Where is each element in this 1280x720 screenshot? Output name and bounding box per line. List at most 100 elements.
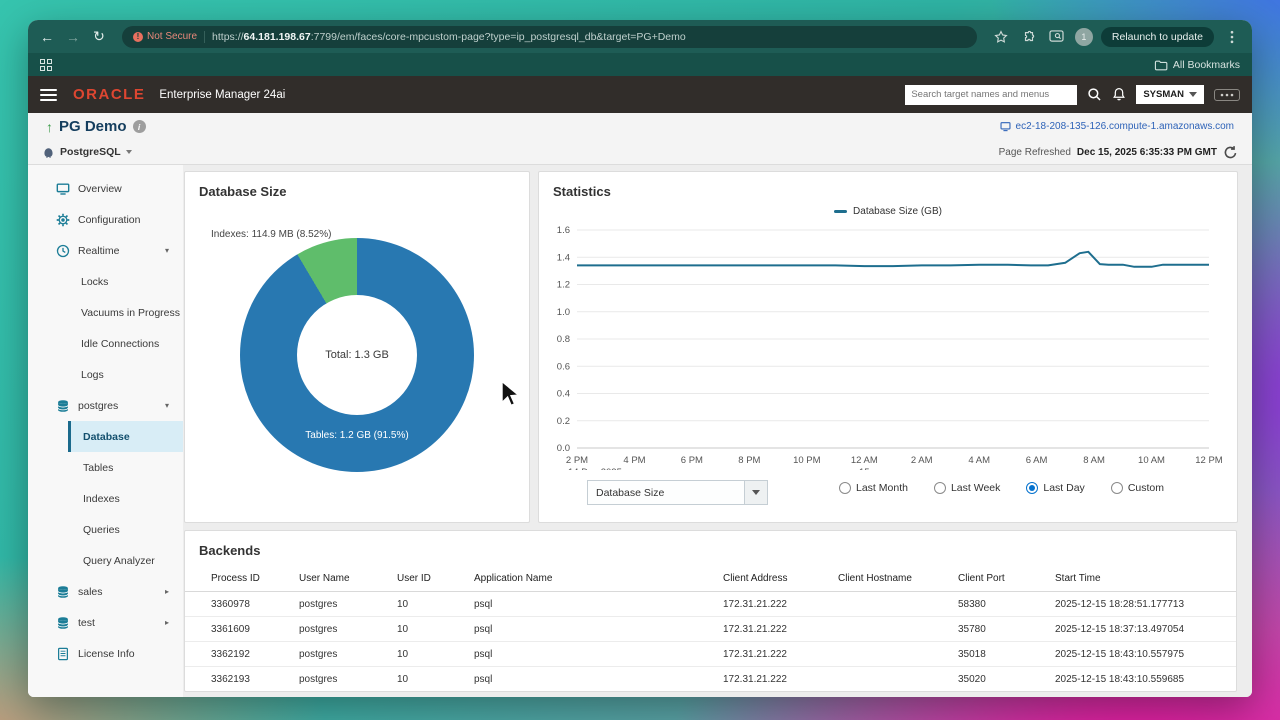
radio-last-month[interactable]: Last Month [839, 482, 908, 494]
column-header: Application Name [474, 573, 723, 584]
radio-button-icon[interactable] [1111, 482, 1123, 494]
address-bar[interactable]: ! Not Secure https://64.181.198.67:7799/… [122, 26, 977, 48]
table-cell: psql [474, 649, 723, 660]
back-icon[interactable]: ← [38, 29, 56, 45]
more-tools-icon[interactable] [1214, 89, 1240, 101]
column-header: User Name [299, 573, 397, 584]
not-secure-badge[interactable]: ! Not Secure [133, 31, 197, 42]
sidebar-item-label: Tables [83, 462, 113, 474]
search-input[interactable] [905, 85, 1077, 105]
monitor-icon [56, 182, 70, 196]
donut-center-label: Total: 1.3 GB [297, 295, 417, 415]
svg-text:12 PM: 12 PM [1195, 455, 1223, 466]
sidebar-item-indexes[interactable]: Indexes [68, 483, 183, 514]
table-cell: 10 [397, 649, 474, 660]
radio-label: Last Week [951, 482, 1000, 494]
table-cell: 3360978 [211, 599, 299, 610]
table-cell: 172.31.21.222 [723, 599, 838, 610]
svg-text:0.2: 0.2 [557, 416, 570, 427]
column-header: Client Port [958, 573, 1055, 584]
chevron-down-icon[interactable]: ▾ [165, 246, 169, 255]
database-size-title: Database Size [185, 172, 529, 199]
sidebar-item-database[interactable]: Database [68, 421, 183, 452]
table-cell: 2025-12-15 18:43:10.559685 [1055, 674, 1236, 685]
svg-text:4 PM: 4 PM [623, 455, 645, 466]
chart-legend: Database Size (GB) [539, 206, 1237, 217]
table-cell: 10 [397, 674, 474, 685]
svg-text:10 PM: 10 PM [793, 455, 821, 466]
svg-text:12 AM: 12 AM [851, 455, 878, 466]
table-row[interactable]: 3361609postgres10psql172.31.21.222357802… [185, 617, 1236, 642]
notifications-bell-icon[interactable] [1112, 87, 1126, 102]
chevron-right-icon[interactable]: ▸ [165, 587, 169, 596]
sidebar-item-logs[interactable]: Logs [28, 359, 183, 390]
sidebar-item-idle-connections[interactable]: Idle Connections [28, 328, 183, 359]
table-row[interactable]: 3360978postgres10psql172.31.21.222583802… [185, 592, 1236, 617]
column-header: Client Hostname [838, 573, 958, 584]
info-icon[interactable]: i [133, 120, 146, 133]
sidebar-item-configuration[interactable]: Configuration [28, 204, 183, 235]
gear-icon [56, 213, 70, 227]
table-row[interactable]: 3362192postgres10psql172.31.21.222350182… [185, 642, 1236, 667]
postgresql-menu[interactable]: PostgreSQL [42, 146, 132, 159]
chevron-right-icon[interactable]: ▸ [165, 618, 169, 627]
sidebar-item-overview[interactable]: Overview [28, 173, 183, 204]
sidebar-item-label: Configuration [78, 214, 140, 226]
radio-custom[interactable]: Custom [1111, 482, 1164, 494]
radio-last-day[interactable]: Last Day [1026, 482, 1084, 494]
sidebar-item-license-info[interactable]: License Info [28, 638, 183, 669]
svg-text:0.6: 0.6 [557, 361, 570, 372]
sidebar-item-label: test [78, 617, 95, 629]
host-link[interactable]: ec2-18-208-135-126.compute-1.amazonaws.c… [1016, 121, 1234, 132]
menu-kebab-icon[interactable] [1222, 27, 1242, 47]
sidebar-item-sales[interactable]: sales▸ [28, 576, 183, 607]
svg-text:0.0: 0.0 [557, 443, 570, 454]
sidebar-item-postgres[interactable]: postgres▾ [28, 390, 183, 421]
select-chevron-button[interactable] [744, 481, 767, 504]
sidebar-item-vacuums-in-progress[interactable]: Vacuums in Progress [28, 297, 183, 328]
radio-button-icon[interactable] [934, 482, 946, 494]
sidebar-item-queries[interactable]: Queries [68, 514, 183, 545]
user-menu[interactable]: SYSMAN [1136, 85, 1204, 104]
tab-search-icon[interactable] [1047, 27, 1067, 47]
clock-icon [56, 244, 70, 258]
svg-text:14 Dec 2025: 14 Dec 2025 [568, 467, 622, 470]
all-bookmarks-button[interactable]: All Bookmarks [1154, 59, 1240, 71]
refreshed-timestamp: Dec 15, 2025 6:35:33 PM GMT [1077, 147, 1217, 158]
sidebar-item-realtime[interactable]: Realtime▾ [28, 235, 183, 266]
statistics-title: Statistics [539, 172, 1237, 199]
bookmark-star-icon[interactable] [991, 27, 1011, 47]
sidebar-item-query-analyzer[interactable]: Query Analyzer [68, 545, 183, 576]
refreshed-label: Page Refreshed [999, 147, 1071, 158]
forward-icon[interactable]: → [64, 29, 82, 45]
sidebar-item-label: License Info [78, 648, 135, 660]
table-cell: postgres [299, 599, 397, 610]
svg-text:0.4: 0.4 [557, 389, 570, 400]
reload-icon[interactable]: ↻ [90, 28, 108, 45]
svg-text:1.2: 1.2 [557, 280, 570, 291]
radio-button-icon[interactable] [1026, 482, 1038, 494]
radio-button-icon[interactable] [839, 482, 851, 494]
extensions-icon[interactable] [1019, 27, 1039, 47]
search-icon[interactable] [1087, 87, 1102, 102]
sidebar-item-test[interactable]: test ▸ [28, 607, 183, 638]
table-cell: 172.31.21.222 [723, 624, 838, 635]
refresh-icon[interactable] [1223, 145, 1238, 160]
postgresql-menu-label: PostgreSQL [60, 146, 121, 158]
metric-select[interactable]: Database Size [587, 480, 768, 505]
url-text: https://64.181.198.67:7799/em/faces/core… [212, 31, 686, 43]
hamburger-menu-icon[interactable] [40, 89, 57, 101]
radio-last-week[interactable]: Last Week [934, 482, 1000, 494]
backends-table-header: Process IDUser NameUser IDApplication Na… [185, 566, 1236, 592]
sidebar-item-locks[interactable]: Locks [28, 266, 183, 297]
apps-grid-icon[interactable] [40, 59, 52, 71]
profile-avatar[interactable]: 1 [1075, 28, 1093, 46]
table-cell: 10 [397, 599, 474, 610]
sidebar-item-tables[interactable]: Tables [68, 452, 183, 483]
chevron-down-icon[interactable]: ▾ [165, 401, 169, 410]
table-row[interactable]: 3362193postgres10psql172.31.21.222350202… [185, 667, 1236, 692]
relaunch-button[interactable]: Relaunch to update [1101, 27, 1214, 47]
table-cell: 3362192 [211, 649, 299, 660]
metric-select-value: Database Size [588, 481, 744, 504]
document-icon [56, 647, 70, 661]
